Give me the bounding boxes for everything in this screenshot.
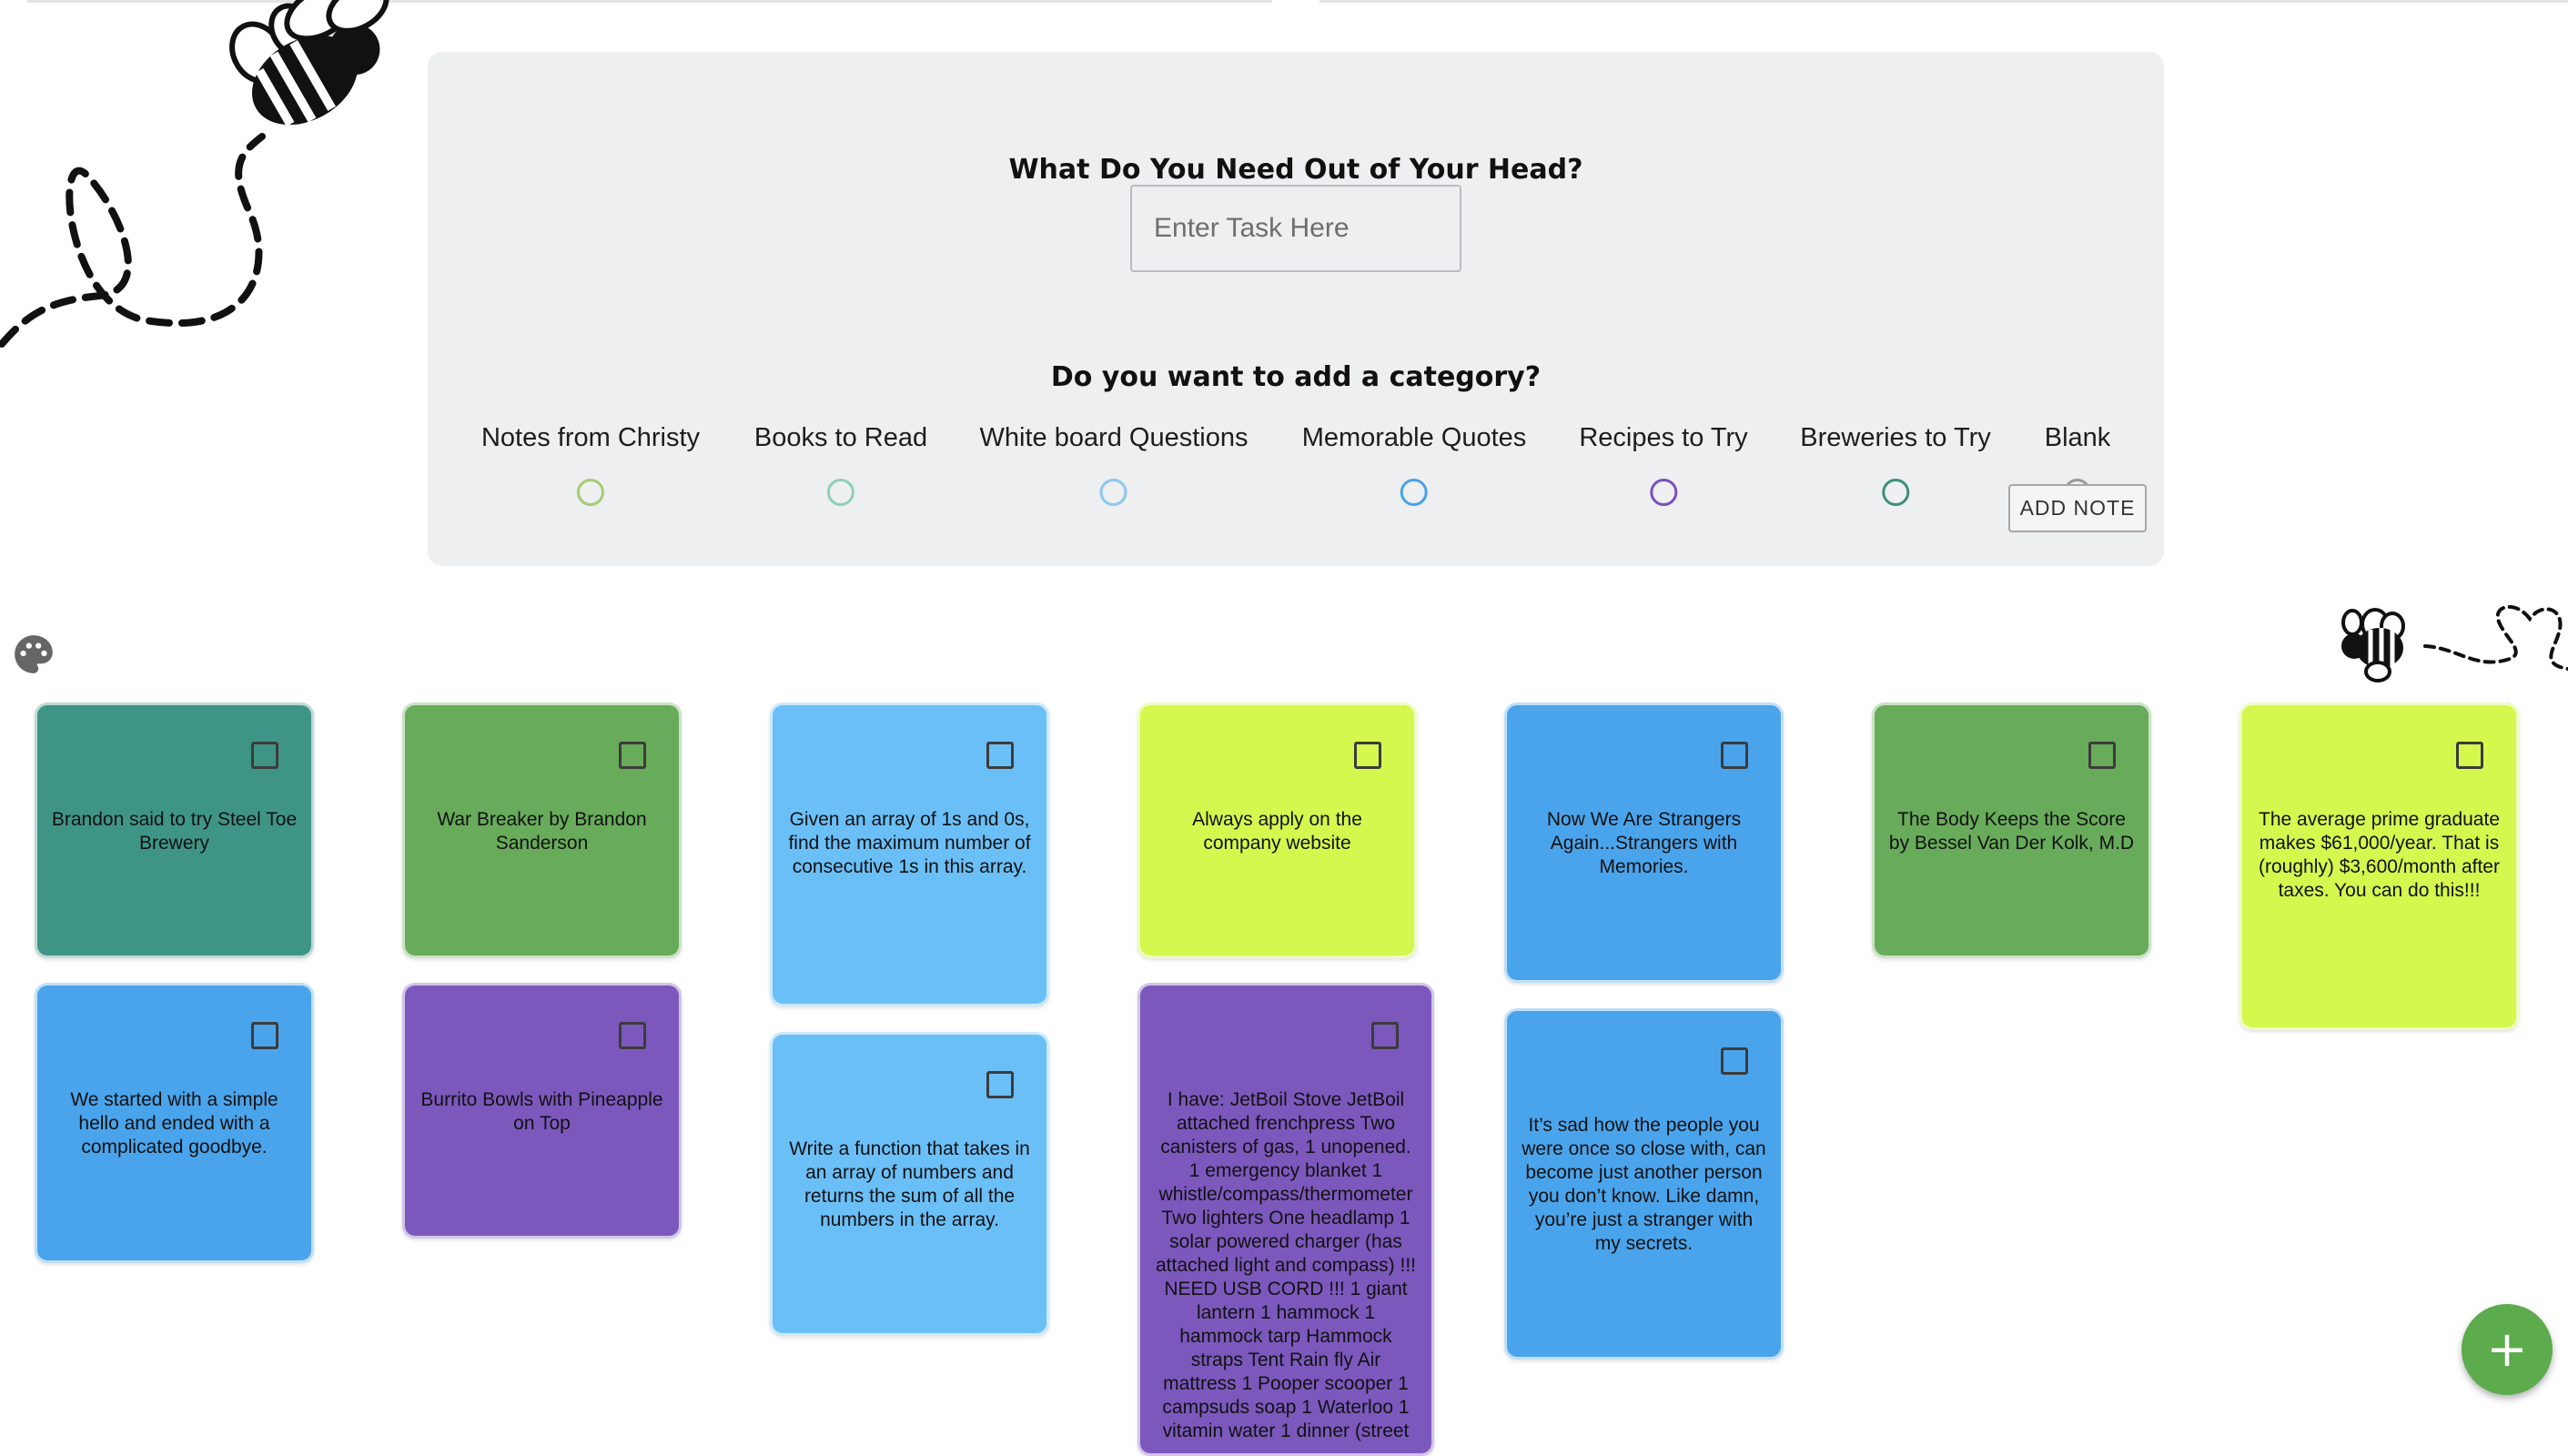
note-card[interactable]: Brandon said to try Steel Toe Brewery (35, 703, 314, 958)
note-text: It’s sad how the people you were once so… (1522, 1115, 1766, 1254)
category-option-memorable-quotes[interactable]: Memorable Quotes (1301, 378, 1527, 506)
note-checkbox[interactable] (1371, 1022, 1399, 1049)
note-card[interactable]: Burrito Bowls with Pineapple on Top (402, 983, 682, 1239)
note-text: We started with a simple hello and ended… (70, 1089, 278, 1158)
note-text: Write a function that takes in an array … (789, 1138, 1030, 1230)
note-card[interactable]: The Body Keeps the Score by Bessel Van D… (1872, 703, 2151, 958)
note-checkbox[interactable] (2456, 742, 2483, 769)
task-input[interactable] (1130, 185, 1461, 272)
category-radio[interactable] (576, 479, 604, 506)
add-note-button[interactable]: ADD NOTE (2008, 484, 2147, 532)
new-note-form: What Do You Need Out of Your Head? Do yo… (428, 52, 2164, 566)
note-text: War Breaker by Brandon Sanderson (437, 809, 647, 854)
bee-icon (0, 0, 389, 348)
note-card[interactable]: Now We Are Strangers Again...Strangers w… (1504, 703, 1784, 983)
note-checkbox[interactable] (1721, 1047, 1748, 1075)
note-checkbox[interactable] (251, 742, 278, 769)
note-checkbox[interactable] (251, 1022, 278, 1049)
note-checkbox[interactable] (2088, 742, 2116, 769)
note-card[interactable]: I have: JetBoil Stove JetBoil attached f… (1137, 983, 1434, 1456)
category-radio[interactable] (826, 479, 854, 506)
category-option-breweries-to-try[interactable]: Breweries to Try (1800, 378, 1991, 506)
category-option-books-to-read[interactable]: Books to Read (754, 378, 927, 506)
form-title: What Do You Need Out of Your Head? (1008, 154, 1583, 186)
note-checkbox[interactable] (619, 1022, 646, 1049)
category-option-notes-from-christy[interactable]: Notes from Christy (481, 378, 700, 506)
category-radio[interactable] (1400, 479, 1428, 506)
note-text: The Body Keeps the Score by Bessel Van D… (1888, 809, 2135, 854)
palette-icon[interactable] (11, 632, 56, 677)
category-label: Blank (2044, 423, 2111, 452)
category-label: Notes from Christy (480, 423, 701, 452)
category-radio[interactable] (1650, 479, 1677, 506)
note-text: Brandon said to try Steel Toe Brewery (51, 809, 298, 854)
note-checkbox[interactable] (986, 1071, 1014, 1098)
note-text: Given an array of 1s and 0s, find the ma… (788, 809, 1031, 877)
add-note-fab[interactable]: + (2462, 1304, 2553, 1395)
note-card[interactable]: It’s sad how the people you were once so… (1504, 1008, 1784, 1360)
category-label: Books to Read (753, 423, 928, 452)
category-label: Breweries to Try (1800, 423, 1991, 452)
note-card[interactable]: The average prime graduate makes $61,000… (2239, 703, 2519, 1030)
note-checkbox[interactable] (1721, 742, 1748, 769)
top-divider-right (1319, 0, 2568, 3)
category-radio[interactable] (1099, 479, 1127, 506)
category-label: Recipes to Try (1579, 423, 1748, 452)
note-text: Always apply on the company website (1192, 809, 1362, 854)
note-text: Now We Are Strangers Again...Strangers w… (1546, 809, 1742, 877)
category-option-recipes-to-try[interactable]: Recipes to Try (1579, 378, 1748, 506)
category-label: White board Questions (979, 423, 1249, 452)
note-text: Burrito Bowls with Pineapple on Top (420, 1089, 663, 1134)
note-checkbox[interactable] (986, 742, 1014, 769)
note-card[interactable]: War Breaker by Brandon Sanderson (402, 703, 682, 958)
note-text: I have: JetBoil Stove JetBoil attached f… (1156, 1089, 1416, 1441)
note-card[interactable]: Given an array of 1s and 0s, find the ma… (770, 703, 1049, 1006)
category-label: Memorable Quotes (1301, 423, 1527, 452)
note-text: The average prime graduate makes $61,000… (2259, 809, 2500, 901)
note-checkbox[interactable] (1354, 742, 1381, 769)
category-radio[interactable] (1882, 479, 1909, 506)
note-card[interactable]: We started with a simple hello and ended… (35, 983, 314, 1263)
bee-heart-icon (2341, 604, 2568, 682)
category-option-white-board-questions[interactable]: White board Questions (979, 378, 1249, 506)
note-card[interactable]: Write a function that takes in an array … (770, 1032, 1049, 1336)
note-card[interactable]: Always apply on the company website (1137, 703, 1417, 958)
note-checkbox[interactable] (619, 742, 646, 769)
